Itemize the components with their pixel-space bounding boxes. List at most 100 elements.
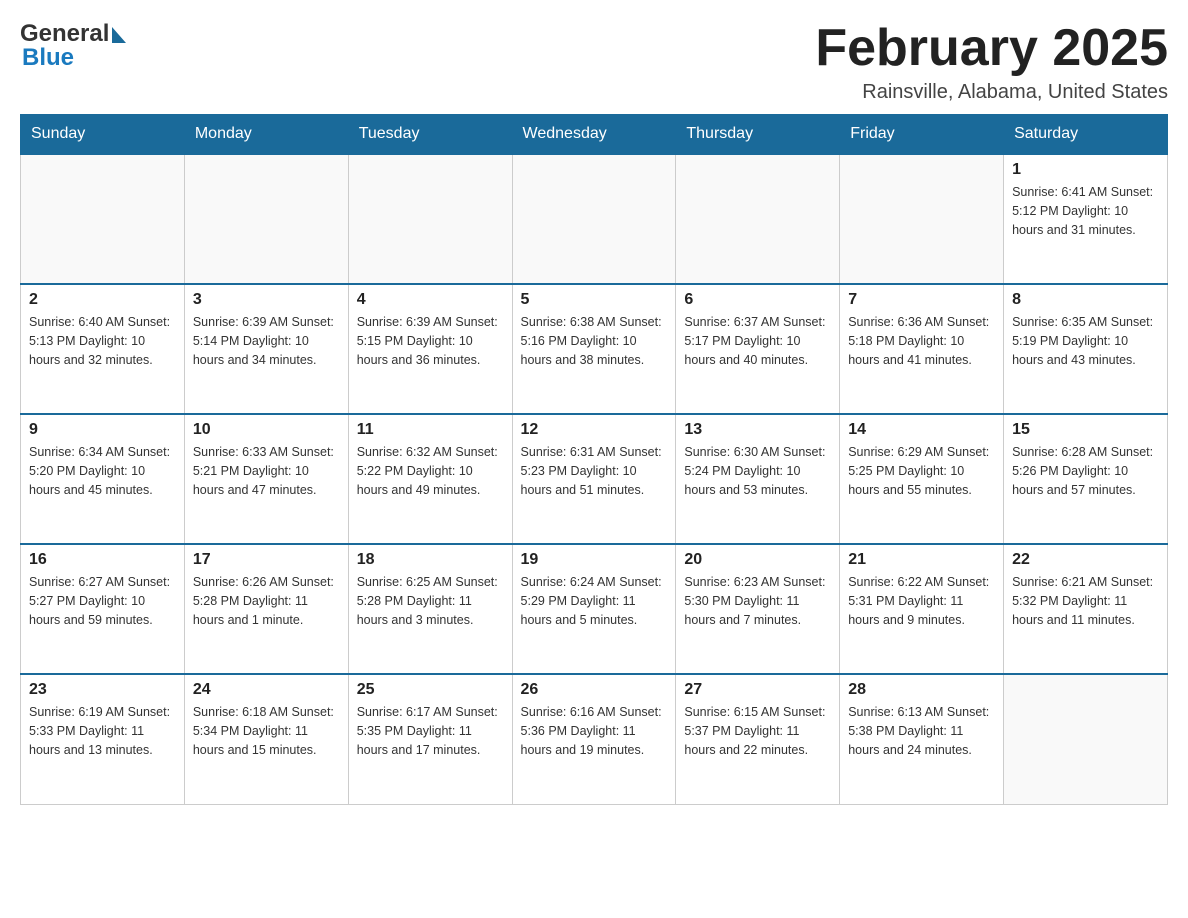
logo-blue-text: Blue — [20, 44, 74, 72]
calendar-day-cell: 1Sunrise: 6:41 AM Sunset: 5:12 PM Daylig… — [1004, 154, 1168, 284]
calendar-day-cell: 19 Sunrise: 6:24 AM Sunset: 5:29 PM Dayli… — [512, 544, 676, 674]
title-block: February 2025 Rainsville, Alabama, Unite… — [815, 20, 1168, 104]
calendar-day-cell: 27 Sunrise: 6:15 AM Sunset: 5:37 PM Dayli… — [676, 674, 840, 804]
calendar-day-cell: 12 Sunrise: 6:31 AM Sunset: 5:23 PM Dayli… — [512, 414, 676, 544]
day-info: Sunrise: 6:39 AM Sunset: 5:15 PM Dayligh… — [357, 313, 504, 369]
day-number: 27 — [684, 681, 831, 699]
day-number: 14 — [848, 421, 995, 439]
day-number: 13 — [684, 421, 831, 439]
day-number: 9 — [29, 421, 176, 439]
logo-arrow-icon — [112, 27, 126, 43]
calendar-day-cell: 14 Sunrise: 6:29 AM Sunset: 5:25 PM Dayli… — [840, 414, 1004, 544]
day-info: Sunrise: 6:31 AM Sunset: 5:23 PM Dayligh… — [521, 443, 668, 499]
day-info: Sunrise: 6:16 AM Sunset: 5:36 PM Dayligh… — [521, 703, 668, 759]
day-info: Sunrise: 6:33 AM Sunset: 5:21 PM Dayligh… — [193, 443, 340, 499]
day-info: Sunrise: 6:35 AM Sunset: 5:19 PM Dayligh… — [1012, 313, 1159, 369]
calendar-day-cell: 15 Sunrise: 6:28 AM Sunset: 5:26 PM Dayli… — [1004, 414, 1168, 544]
day-info: Sunrise: 6:32 AM Sunset: 5:22 PM Dayligh… — [357, 443, 504, 499]
day-number: 17 — [193, 551, 340, 569]
day-info: Sunrise: 6:34 AM Sunset: 5:20 PM Dayligh… — [29, 443, 176, 499]
calendar-day-cell: 24 Sunrise: 6:18 AM Sunset: 5:34 PM Dayli… — [184, 674, 348, 804]
day-number: 20 — [684, 551, 831, 569]
calendar-day-cell — [1004, 674, 1168, 804]
calendar-week-row: 23Sunrise: 6:19 AM Sunset: 5:33 PM Dayli… — [21, 674, 1168, 804]
day-number: 4 — [357, 291, 504, 309]
calendar-day-cell — [184, 154, 348, 284]
calendar-day-cell: 10 Sunrise: 6:33 AM Sunset: 5:21 PM Dayli… — [184, 414, 348, 544]
calendar-weekday-header: Monday — [184, 115, 348, 155]
calendar-weekday-header: Tuesday — [348, 115, 512, 155]
day-info: Sunrise: 6:25 AM Sunset: 5:28 PM Dayligh… — [357, 573, 504, 629]
day-info: Sunrise: 6:22 AM Sunset: 5:31 PM Dayligh… — [848, 573, 995, 629]
day-info: Sunrise: 6:38 AM Sunset: 5:16 PM Dayligh… — [521, 313, 668, 369]
day-info: Sunrise: 6:26 AM Sunset: 5:28 PM Dayligh… — [193, 573, 340, 629]
day-info: Sunrise: 6:29 AM Sunset: 5:25 PM Dayligh… — [848, 443, 995, 499]
calendar-week-row: 16 Sunrise: 6:27 AM Sunset: 5:27 PM Dayli… — [21, 544, 1168, 674]
calendar-day-cell: 21 Sunrise: 6:22 AM Sunset: 5:31 PM Dayli… — [840, 544, 1004, 674]
calendar-day-cell: 9 Sunrise: 6:34 AM Sunset: 5:20 PM Daylig… — [21, 414, 185, 544]
calendar-header-row: SundayMondayTuesdayWednesdayThursdayFrid… — [21, 115, 1168, 155]
calendar-table: SundayMondayTuesdayWednesdayThursdayFrid… — [20, 114, 1168, 805]
day-number: 3 — [193, 291, 340, 309]
calendar-weekday-header: Sunday — [21, 115, 185, 155]
calendar-week-row: 2Sunrise: 6:40 AM Sunset: 5:13 PM Daylig… — [21, 284, 1168, 414]
day-info: Sunrise: 6:30 AM Sunset: 5:24 PM Dayligh… — [684, 443, 831, 499]
logo: General Blue — [20, 20, 126, 72]
day-number: 6 — [684, 291, 831, 309]
calendar-weekday-header: Saturday — [1004, 115, 1168, 155]
day-info: Sunrise: 6:27 AM Sunset: 5:27 PM Dayligh… — [29, 573, 176, 629]
day-info: Sunrise: 6:41 AM Sunset: 5:12 PM Dayligh… — [1012, 183, 1159, 239]
calendar-day-cell: 28Sunrise: 6:13 AM Sunset: 5:38 PM Dayli… — [840, 674, 1004, 804]
day-info: Sunrise: 6:23 AM Sunset: 5:30 PM Dayligh… — [684, 573, 831, 629]
calendar-day-cell — [21, 154, 185, 284]
calendar-day-cell: 26 Sunrise: 6:16 AM Sunset: 5:36 PM Dayli… — [512, 674, 676, 804]
calendar-day-cell — [840, 154, 1004, 284]
calendar-day-cell: 11Sunrise: 6:32 AM Sunset: 5:22 PM Dayli… — [348, 414, 512, 544]
day-number: 28 — [848, 681, 995, 699]
calendar-day-cell: 2Sunrise: 6:40 AM Sunset: 5:13 PM Daylig… — [21, 284, 185, 414]
day-number: 18 — [357, 551, 504, 569]
day-number: 19 — [521, 551, 668, 569]
day-info: Sunrise: 6:18 AM Sunset: 5:34 PM Dayligh… — [193, 703, 340, 759]
day-number: 23 — [29, 681, 176, 699]
page-header: General Blue February 2025 Rainsville, A… — [20, 20, 1168, 104]
day-number: 26 — [521, 681, 668, 699]
calendar-day-cell: 23Sunrise: 6:19 AM Sunset: 5:33 PM Dayli… — [21, 674, 185, 804]
day-info: Sunrise: 6:39 AM Sunset: 5:14 PM Dayligh… — [193, 313, 340, 369]
day-number: 12 — [521, 421, 668, 439]
calendar-weekday-header: Wednesday — [512, 115, 676, 155]
calendar-day-cell: 17 Sunrise: 6:26 AM Sunset: 5:28 PM Dayli… — [184, 544, 348, 674]
day-number: 10 — [193, 421, 340, 439]
day-number: 2 — [29, 291, 176, 309]
calendar-weekday-header: Thursday — [676, 115, 840, 155]
day-number: 8 — [1012, 291, 1159, 309]
month-title: February 2025 — [815, 20, 1168, 77]
day-number: 16 — [29, 551, 176, 569]
day-info: Sunrise: 6:36 AM Sunset: 5:18 PM Dayligh… — [848, 313, 995, 369]
calendar-week-row: 9 Sunrise: 6:34 AM Sunset: 5:20 PM Daylig… — [21, 414, 1168, 544]
location-text: Rainsville, Alabama, United States — [815, 81, 1168, 104]
day-info: Sunrise: 6:15 AM Sunset: 5:37 PM Dayligh… — [684, 703, 831, 759]
calendar-week-row: 1Sunrise: 6:41 AM Sunset: 5:12 PM Daylig… — [21, 154, 1168, 284]
day-number: 24 — [193, 681, 340, 699]
day-info: Sunrise: 6:28 AM Sunset: 5:26 PM Dayligh… — [1012, 443, 1159, 499]
day-number: 25 — [357, 681, 504, 699]
calendar-day-cell: 6 Sunrise: 6:37 AM Sunset: 5:17 PM Daylig… — [676, 284, 840, 414]
calendar-day-cell: 7 Sunrise: 6:36 AM Sunset: 5:18 PM Daylig… — [840, 284, 1004, 414]
day-number: 22 — [1012, 551, 1159, 569]
day-number: 21 — [848, 551, 995, 569]
day-info: Sunrise: 6:24 AM Sunset: 5:29 PM Dayligh… — [521, 573, 668, 629]
day-info: Sunrise: 6:37 AM Sunset: 5:17 PM Dayligh… — [684, 313, 831, 369]
day-number: 7 — [848, 291, 995, 309]
calendar-day-cell: 22 Sunrise: 6:21 AM Sunset: 5:32 PM Dayli… — [1004, 544, 1168, 674]
calendar-day-cell: 18 Sunrise: 6:25 AM Sunset: 5:28 PM Dayli… — [348, 544, 512, 674]
calendar-day-cell: 13 Sunrise: 6:30 AM Sunset: 5:24 PM Dayli… — [676, 414, 840, 544]
calendar-weekday-header: Friday — [840, 115, 1004, 155]
calendar-day-cell — [676, 154, 840, 284]
calendar-day-cell: 16 Sunrise: 6:27 AM Sunset: 5:27 PM Dayli… — [21, 544, 185, 674]
day-info: Sunrise: 6:21 AM Sunset: 5:32 PM Dayligh… — [1012, 573, 1159, 629]
day-number: 15 — [1012, 421, 1159, 439]
calendar-day-cell: 20 Sunrise: 6:23 AM Sunset: 5:30 PM Dayli… — [676, 544, 840, 674]
calendar-day-cell — [512, 154, 676, 284]
calendar-day-cell — [348, 154, 512, 284]
